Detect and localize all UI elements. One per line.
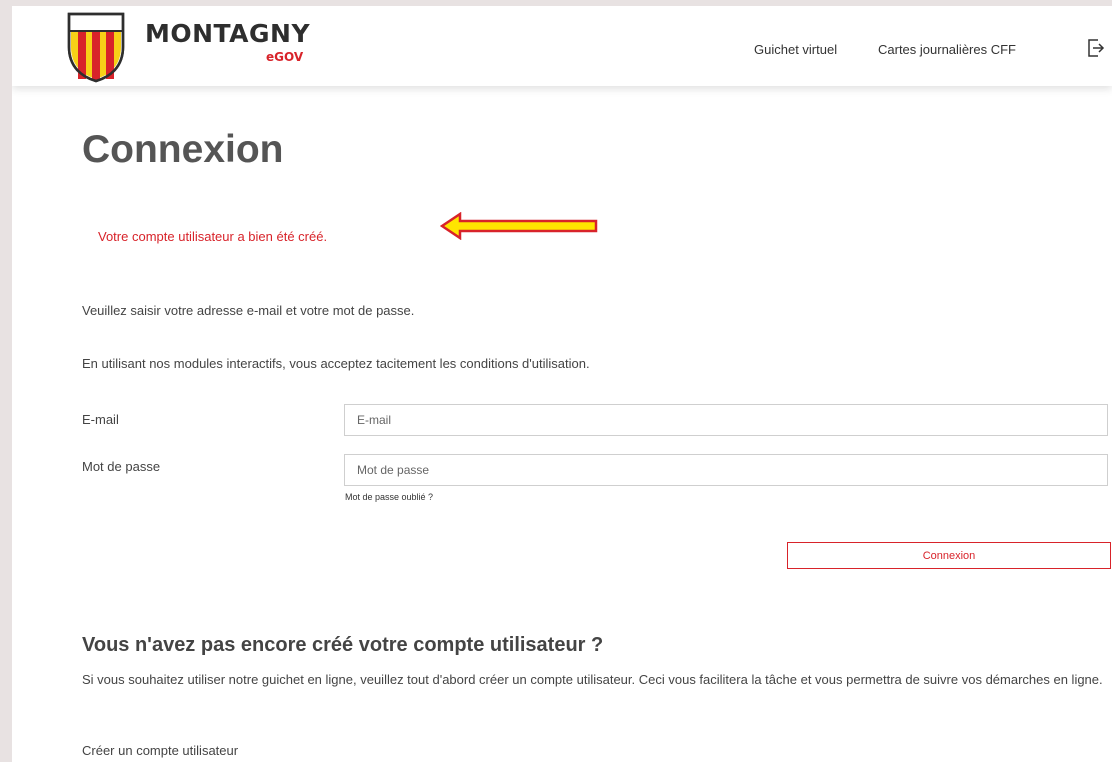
signup-title: Vous n'avez pas encore créé votre compte…	[82, 634, 604, 656]
success-message: Votre compte utilisateur a bien été créé…	[98, 229, 328, 244]
email-label: E-mail	[82, 412, 119, 427]
annotation-arrow-icon	[440, 212, 598, 240]
create-account-link[interactable]: Créer un compte utilisateur	[82, 743, 238, 758]
brand-name: MONTAGNY	[145, 19, 311, 48]
intro-text: Veuillez saisir votre adresse e-mail et …	[82, 303, 415, 318]
brand-subtitle: eGOV	[266, 50, 304, 64]
terms-text: En utilisant nos modules interactifs, vo…	[82, 356, 590, 371]
login-button[interactable]: Connexion	[787, 542, 1111, 569]
password-label: Mot de passe	[82, 459, 161, 474]
nav-link-guichet-virtuel[interactable]: Guichet virtuel	[754, 42, 837, 57]
email-field[interactable]	[344, 404, 1108, 436]
forgot-password-link[interactable]: Mot de passe oublié ?	[345, 492, 433, 502]
page: MONTAGNY eGOV Guichet virtuel Cartes jou…	[12, 6, 1112, 762]
site-header: MONTAGNY eGOV Guichet virtuel Cartes jou…	[12, 6, 1112, 86]
nav-link-cartes-journalieres[interactable]: Cartes journalières CFF	[878, 42, 1016, 57]
coat-of-arms-logo[interactable]	[66, 11, 126, 83]
signup-text: Si vous souhaitez utiliser notre guichet…	[82, 672, 1103, 687]
page-title: Connexion	[82, 128, 284, 171]
password-field[interactable]	[344, 454, 1108, 486]
logout-icon[interactable]	[1087, 38, 1105, 58]
